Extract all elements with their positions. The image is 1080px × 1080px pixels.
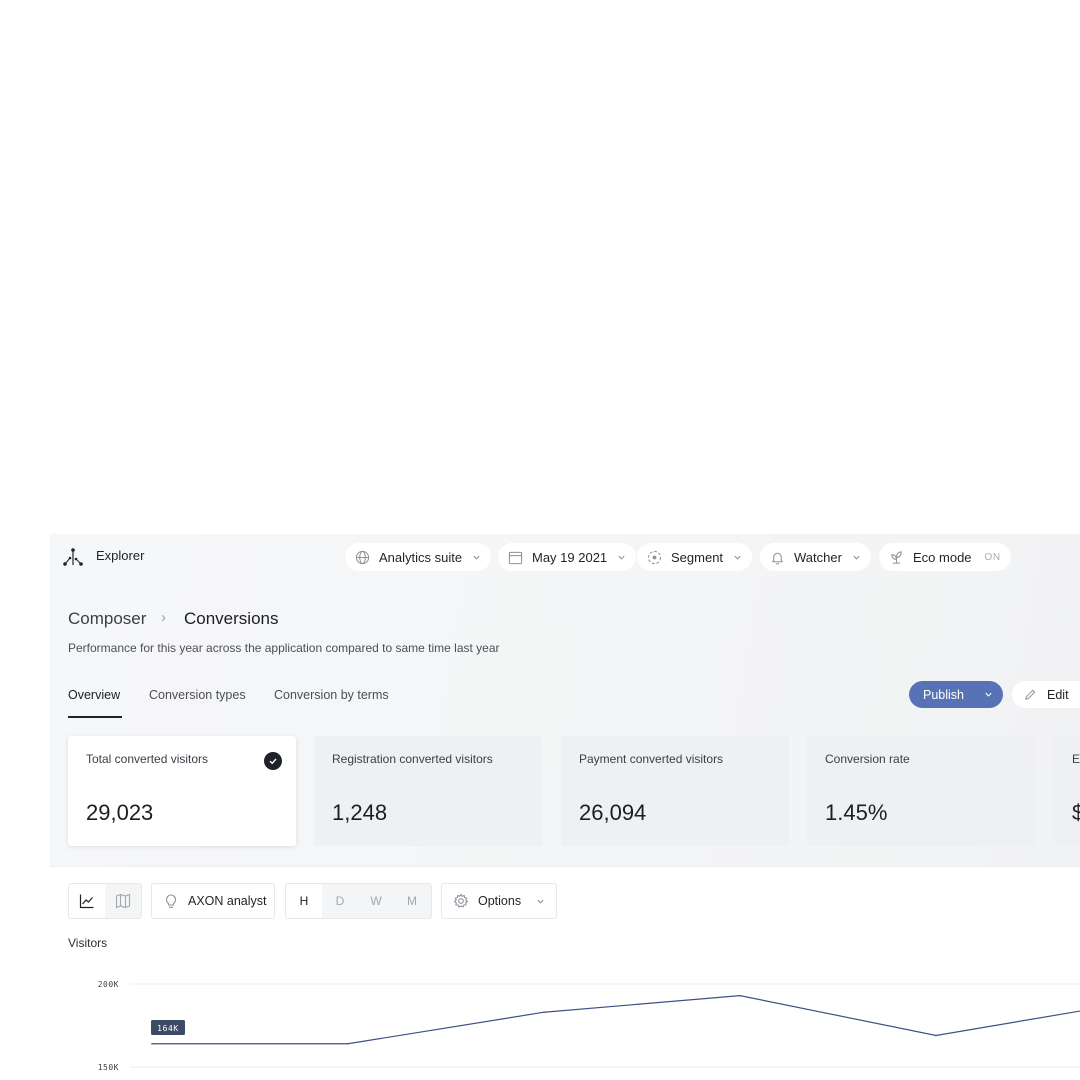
chevron-down-icon <box>536 897 545 906</box>
axon-analyst-label: AXON analyst <box>188 894 267 908</box>
metric-value: 1,248 <box>332 800 388 825</box>
chart-title: Visitors <box>68 936 108 950</box>
metric-label: Total converted visitors <box>86 752 209 766</box>
segment-dropdown[interactable]: Segment <box>637 543 753 571</box>
edit-button[interactable]: Edit <box>1012 681 1080 708</box>
analytics-suite-label: Analytics suite <box>379 549 463 565</box>
granularity-month[interactable]: M <box>394 884 430 918</box>
date-label: May 19 2021 <box>532 549 608 565</box>
check-icon <box>264 752 282 770</box>
series-line <box>152 995 1080 1045</box>
data-point[interactable] <box>151 1042 153 1045</box>
tab-overview[interactable]: Overview <box>68 688 120 702</box>
pencil-icon <box>1024 688 1037 701</box>
date-dropdown[interactable]: May 19 2021 <box>498 543 637 571</box>
chevron-down-icon <box>472 553 481 562</box>
header-area: Explorer Analytics suite May 19 2021 Seg… <box>50 534 1080 867</box>
data-point[interactable] <box>347 1042 349 1045</box>
chevron-down-icon <box>852 553 861 562</box>
publish-label: Publish <box>923 687 964 702</box>
explorer-window: Explorer Analytics suite May 19 2021 Seg… <box>50 534 1080 1080</box>
map-view-button[interactable] <box>105 884 141 918</box>
gear-icon <box>453 893 469 909</box>
metric-label: Conversion rate <box>825 752 910 766</box>
metric-value: 29,023 <box>86 800 154 825</box>
eco-mode-status: ON <box>984 551 1001 563</box>
options-label: Options <box>478 894 522 908</box>
line-chart-view-button[interactable] <box>69 884 105 918</box>
data-point[interactable] <box>739 994 741 997</box>
logo-icon[interactable] <box>62 547 84 567</box>
metric-card-payment-converted[interactable]: Payment converted visitors 26,094 <box>561 736 789 846</box>
y-tick-label: 150K <box>98 1063 119 1072</box>
active-tab-indicator <box>68 716 122 718</box>
chevron-down-icon <box>617 553 626 562</box>
leaf-icon <box>889 550 904 565</box>
watcher-dropdown[interactable]: Watcher <box>760 543 871 571</box>
metric-card-partial[interactable]: E $ <box>1054 736 1080 846</box>
metric-card-conversion-rate[interactable]: Conversion rate 1.45% <box>807 736 1035 846</box>
granularity-day[interactable]: D <box>322 884 358 918</box>
granularity-switch: H D W M <box>285 883 432 919</box>
watcher-label: Watcher <box>794 549 842 565</box>
lightbulb-icon <box>163 893 179 909</box>
breadcrumb-separator: › <box>161 609 166 626</box>
segment-label: Segment <box>671 549 724 565</box>
eco-mode-label: Eco mode <box>913 549 972 565</box>
options-dropdown[interactable]: Options <box>441 883 557 919</box>
metric-card-registration-converted[interactable]: Registration converted visitors 1,248 <box>314 736 542 846</box>
granularity-hour[interactable]: H <box>286 884 322 918</box>
axon-analyst-button[interactable]: AXON analyst <box>151 883 275 919</box>
metric-label: Payment converted visitors <box>579 752 724 766</box>
line-chart-icon <box>79 893 95 909</box>
publish-button[interactable]: Publish <box>909 681 1003 708</box>
metric-value: $ <box>1072 800 1080 825</box>
visitors-line-chart: 200K 150K 164K <box>98 980 1080 1072</box>
globe-icon <box>355 550 370 565</box>
app-name: Explorer <box>96 548 145 563</box>
data-point[interactable] <box>543 1011 545 1014</box>
page-title: Conversions <box>184 609 279 628</box>
chevron-down-icon[interactable] <box>984 690 993 699</box>
segment-icon <box>647 550 662 565</box>
edit-label: Edit <box>1047 687 1069 702</box>
calendar-icon <box>508 550 523 565</box>
data-point[interactable] <box>935 1034 937 1037</box>
y-tick-label: 200K <box>98 980 119 989</box>
page-subtitle: Performance for this year across the app… <box>68 641 500 655</box>
analytics-suite-dropdown[interactable]: Analytics suite <box>345 543 492 571</box>
value-tag: 164K <box>151 1020 185 1035</box>
chevron-down-icon <box>733 553 742 562</box>
value-tag-label: 164K <box>157 1024 179 1033</box>
granularity-week[interactable]: W <box>358 884 394 918</box>
bell-icon <box>770 550 785 565</box>
view-mode-switch <box>68 883 142 919</box>
tab-conversion-types[interactable]: Conversion types <box>149 688 246 702</box>
breadcrumb-parent[interactable]: Composer <box>68 609 146 629</box>
map-icon <box>115 893 131 909</box>
metric-label: E <box>1072 752 1080 766</box>
tab-conversion-by-terms[interactable]: Conversion by terms <box>274 688 389 702</box>
metric-value: 1.45% <box>825 800 888 825</box>
metric-label: Registration converted visitors <box>332 752 493 766</box>
metric-value: 26,094 <box>579 800 647 825</box>
metric-card-total-converted[interactable]: Total converted visitors 29,023 <box>68 736 296 846</box>
eco-mode-toggle[interactable]: Eco mode ON <box>879 543 1011 571</box>
